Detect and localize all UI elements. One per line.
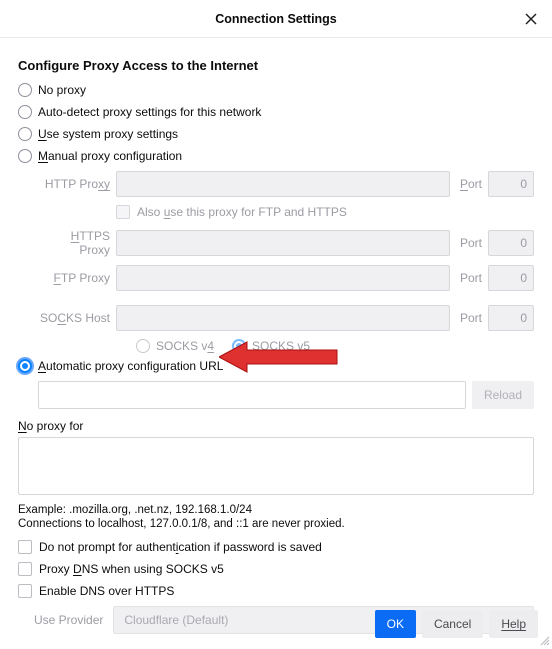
auto-url-row: Reload (38, 381, 534, 409)
checkbox-label: Do not prompt for authentication if pass… (39, 540, 322, 554)
also-use-ftp-https[interactable]: Also use this proxy for FTP and HTTPS (116, 205, 534, 219)
checkbox-icon (18, 540, 32, 554)
ftp-proxy-input[interactable] (116, 265, 450, 291)
port-label: Port (460, 236, 482, 250)
provider-value: Cloudflare (Default) (124, 613, 228, 627)
close-button[interactable] (520, 8, 542, 30)
port-label: Port (460, 177, 482, 191)
socks-host-input[interactable] (116, 305, 450, 331)
dialog-title: Connection Settings (215, 12, 337, 26)
radio-icon (18, 105, 32, 119)
checkbox-enable-doh[interactable]: Enable DNS over HTTPS (18, 584, 534, 598)
radio-icon (18, 149, 32, 163)
ftp-proxy-label: FTP Proxy (38, 271, 110, 285)
radio-auto-detect[interactable]: Auto-detect proxy settings for this netw… (18, 105, 534, 119)
reload-button[interactable]: Reload (472, 381, 534, 409)
checkbox-no-auth-prompt[interactable]: Do not prompt for authentication if pass… (18, 540, 534, 554)
radio-icon (232, 339, 246, 353)
resize-grip-icon[interactable] (538, 634, 550, 646)
checkbox-icon (18, 584, 32, 598)
example-text: Example: .mozilla.org, .net.nz, 192.168.… (18, 504, 534, 516)
http-proxy-row: HTTP Proxy Port (38, 171, 534, 197)
radio-manual[interactable]: Manual proxy configuration (18, 149, 534, 163)
radio-icon (18, 359, 32, 373)
provider-label: Use Provider (34, 613, 103, 627)
dialog-content: Configure Proxy Access to the Internet N… (0, 38, 552, 634)
checkbox-icon (116, 205, 130, 219)
help-button[interactable]: Help (489, 610, 538, 638)
https-proxy-input[interactable] (116, 230, 450, 256)
no-proxy-label: No proxy for (18, 419, 534, 433)
cancel-button[interactable]: Cancel (422, 610, 483, 638)
https-proxy-row: HTTPS Proxy Port (38, 229, 534, 257)
port-label: Port (460, 311, 482, 325)
socks-version-row: SOCKS v4 SOCKS v5 (136, 339, 534, 353)
radio-auto-url[interactable]: Automatic proxy configuration URL (18, 359, 534, 373)
socks-v5-label[interactable]: SOCKS v5 (252, 339, 310, 353)
checkbox-label: Enable DNS over HTTPS (39, 584, 174, 598)
checkbox-label: Also use this proxy for FTP and HTTPS (137, 205, 347, 219)
radio-icon (18, 83, 32, 97)
https-proxy-label: HTTPS Proxy (38, 229, 110, 257)
radio-no-proxy[interactable]: No proxy (18, 83, 534, 97)
ok-button[interactable]: OK (375, 610, 416, 638)
localhost-note: Connections to localhost, 127.0.0.1/8, a… (18, 518, 534, 530)
http-proxy-input[interactable] (116, 171, 450, 197)
http-port-input[interactable] (488, 171, 534, 197)
socks-host-label: SOCKS Host (38, 311, 110, 325)
ftp-port-input[interactable] (488, 265, 534, 291)
auto-url-input[interactable] (38, 381, 466, 409)
checkbox-label: Proxy DNS when using SOCKS v5 (39, 562, 224, 576)
socks-port-input[interactable] (488, 305, 534, 331)
https-port-input[interactable] (488, 230, 534, 256)
manual-proxy-block: HTTP Proxy Port Also use this proxy for … (18, 171, 534, 353)
radio-use-system[interactable]: Use system proxy settings (18, 127, 534, 141)
radio-icon (136, 339, 150, 353)
checkbox-proxy-dns[interactable]: Proxy DNS when using SOCKS v5 (18, 562, 534, 576)
radio-label: Use system proxy settings (38, 127, 178, 141)
socks-host-row: SOCKS Host Port (38, 305, 534, 331)
ftp-proxy-row: FTP Proxy Port (38, 265, 534, 291)
port-label: Port (460, 271, 482, 285)
radio-label: Auto-detect proxy settings for this netw… (38, 105, 261, 119)
socks-v4-label[interactable]: SOCKS v4 (156, 339, 214, 353)
radio-label: Manual proxy configuration (38, 149, 182, 163)
section-heading: Configure Proxy Access to the Internet (18, 58, 534, 73)
close-icon (525, 13, 537, 25)
radio-label: No proxy (38, 83, 86, 97)
radio-label: Automatic proxy configuration URL (38, 359, 223, 373)
no-proxy-textarea[interactable] (18, 437, 534, 495)
titlebar: Connection Settings (0, 0, 552, 38)
dialog-footer: OK Cancel Help (375, 610, 538, 638)
radio-icon (18, 127, 32, 141)
http-proxy-label: HTTP Proxy (38, 177, 110, 191)
checkbox-icon (18, 562, 32, 576)
